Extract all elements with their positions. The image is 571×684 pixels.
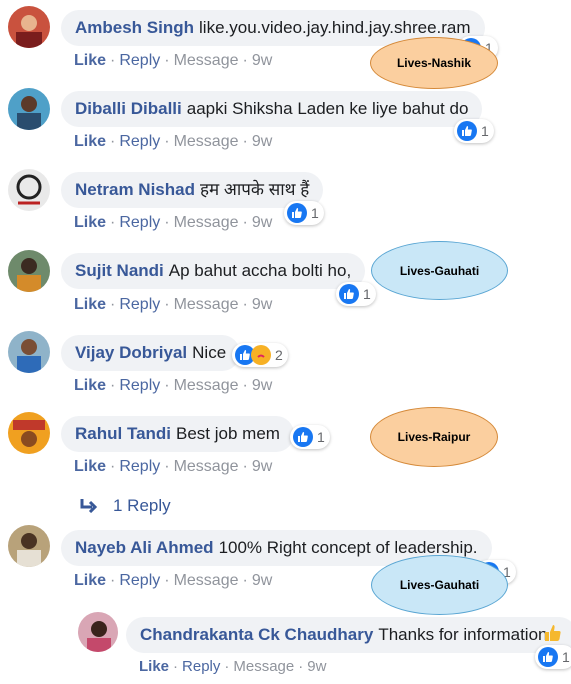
comment-bubble: Vijay Dobriyal Nice bbox=[61, 335, 241, 371]
reply-button[interactable]: Reply bbox=[119, 296, 160, 313]
message-button[interactable]: Message bbox=[174, 52, 239, 69]
comment-author[interactable]: Sujit Nandi bbox=[75, 261, 164, 280]
comment-text: हम आपके साथ हैं bbox=[199, 180, 310, 199]
comment-bubble: Rahul Tandi Best job mem bbox=[61, 416, 294, 452]
like-button[interactable]: Like bbox=[74, 377, 106, 394]
reaction-count[interactable]: 1 bbox=[336, 282, 376, 306]
message-button[interactable]: Message bbox=[174, 572, 239, 589]
like-button[interactable]: Like bbox=[74, 296, 106, 313]
message-button[interactable]: Message bbox=[174, 458, 239, 475]
annotation-callout: Lives-Gauhati bbox=[371, 241, 508, 300]
like-reaction-icon bbox=[538, 647, 558, 667]
care-reaction-icon bbox=[251, 345, 271, 365]
reply-button[interactable]: Reply bbox=[119, 572, 160, 589]
reply-button[interactable]: Reply bbox=[182, 658, 220, 675]
comment-author[interactable]: Nayeb Ali Ahmed bbox=[75, 538, 214, 557]
annotation-callout: Lives-Raipur bbox=[370, 407, 498, 467]
comment-text: aapki Shiksha Laden ke liye bahut do bbox=[186, 99, 469, 118]
comment-actions: Like · Reply · Message · 9w bbox=[74, 296, 273, 313]
reaction-count[interactable]: 1 bbox=[284, 201, 324, 225]
view-replies-link[interactable]: 1 Reply bbox=[113, 496, 171, 516]
comment-author[interactable]: Vijay Dobriyal bbox=[75, 343, 187, 362]
like-button[interactable]: Like bbox=[74, 214, 106, 231]
comment-actions: Like · Reply · Message · 9w bbox=[74, 377, 273, 394]
comment-bubble: Netram Nishad हम आपके साथ हैं bbox=[61, 172, 324, 208]
avatar[interactable] bbox=[8, 412, 50, 454]
timestamp[interactable]: 9w bbox=[252, 214, 272, 231]
reply-arrow-icon[interactable] bbox=[80, 497, 98, 518]
reply-button[interactable]: Reply bbox=[119, 377, 160, 394]
reply-actions: Like · Reply · Message · 9w bbox=[139, 658, 327, 675]
message-button[interactable]: Message bbox=[233, 658, 294, 675]
avatar[interactable] bbox=[8, 331, 50, 373]
comment-author[interactable]: Rahul Tandi bbox=[75, 424, 171, 443]
message-button[interactable]: Message bbox=[174, 133, 239, 150]
thumbs-up-emoji-icon bbox=[544, 624, 562, 647]
timestamp[interactable]: 9w bbox=[252, 133, 272, 150]
avatar[interactable] bbox=[8, 6, 50, 48]
comment-actions: Like · Reply · Message · 9w bbox=[74, 214, 273, 231]
like-reaction-icon bbox=[457, 121, 477, 141]
like-button[interactable]: Like bbox=[74, 133, 106, 150]
message-button[interactable]: Message bbox=[174, 214, 239, 231]
timestamp[interactable]: 9w bbox=[252, 296, 272, 313]
comment-text: Ap bahut accha bolti ho, bbox=[168, 261, 352, 280]
comment-actions: Like · Reply · Message · 9w bbox=[74, 458, 273, 475]
message-button[interactable]: Message bbox=[174, 296, 239, 313]
reply-button[interactable]: Reply bbox=[119, 214, 160, 231]
like-button[interactable]: Like bbox=[74, 572, 106, 589]
like-button[interactable]: Like bbox=[74, 458, 106, 475]
comment-text: Best job mem bbox=[176, 424, 280, 443]
comment-actions: Like · Reply · Message · 9w bbox=[74, 52, 273, 69]
timestamp[interactable]: 9w bbox=[252, 52, 272, 69]
reply-bubble: Chandrakanta Ck Chaudhary Thanks for info… bbox=[126, 617, 571, 653]
message-button[interactable]: Message bbox=[174, 377, 239, 394]
comment-actions: Like · Reply · Message · 9w bbox=[74, 133, 273, 150]
annotation-callout: Lives-Nashik bbox=[370, 37, 498, 89]
timestamp[interactable]: 9w bbox=[252, 572, 272, 589]
timestamp[interactable]: 9w bbox=[307, 658, 326, 675]
reply-author[interactable]: Chandrakanta Ck Chaudhary bbox=[140, 625, 373, 644]
comment-text: like.you.video.jay.hind.jay.shree.ram bbox=[199, 18, 471, 37]
reply-text: Thanks for information bbox=[378, 625, 548, 644]
like-reaction-icon bbox=[287, 203, 307, 223]
annotation-callout: Lives-Gauhati bbox=[371, 555, 508, 615]
like-button[interactable]: Like bbox=[139, 658, 169, 675]
reaction-count[interactable]: 1 bbox=[535, 645, 571, 669]
reply-button[interactable]: Reply bbox=[119, 133, 160, 150]
comment-text: Nice bbox=[192, 343, 227, 362]
avatar[interactable] bbox=[8, 525, 50, 567]
comment-author[interactable]: Ambesh Singh bbox=[75, 18, 194, 37]
comment-author[interactable]: Netram Nishad bbox=[75, 180, 195, 199]
reaction-count[interactable]: 1 bbox=[454, 119, 494, 143]
like-reaction-icon bbox=[339, 284, 359, 304]
comment-author[interactable]: Diballi Diballi bbox=[75, 99, 182, 118]
like-reaction-icon bbox=[293, 427, 313, 447]
reply-button[interactable]: Reply bbox=[119, 52, 160, 69]
avatar[interactable] bbox=[8, 169, 50, 211]
reaction-count[interactable]: 1 bbox=[290, 425, 330, 449]
reply-button[interactable]: Reply bbox=[119, 458, 160, 475]
timestamp[interactable]: 9w bbox=[252, 377, 272, 394]
reaction-count[interactable]: 2 bbox=[232, 343, 288, 367]
comment-bubble: Diballi Diballi aapki Shiksha Laden ke li… bbox=[61, 91, 483, 127]
avatar[interactable] bbox=[8, 250, 50, 292]
comment-actions: Like · Reply · Message · 9w bbox=[74, 572, 273, 589]
avatar[interactable] bbox=[78, 612, 118, 652]
like-button[interactable]: Like bbox=[74, 52, 106, 69]
timestamp[interactable]: 9w bbox=[252, 458, 272, 475]
avatar[interactable] bbox=[8, 88, 50, 130]
comment-bubble: Sujit Nandi Ap bahut accha bolti ho, bbox=[61, 253, 366, 289]
